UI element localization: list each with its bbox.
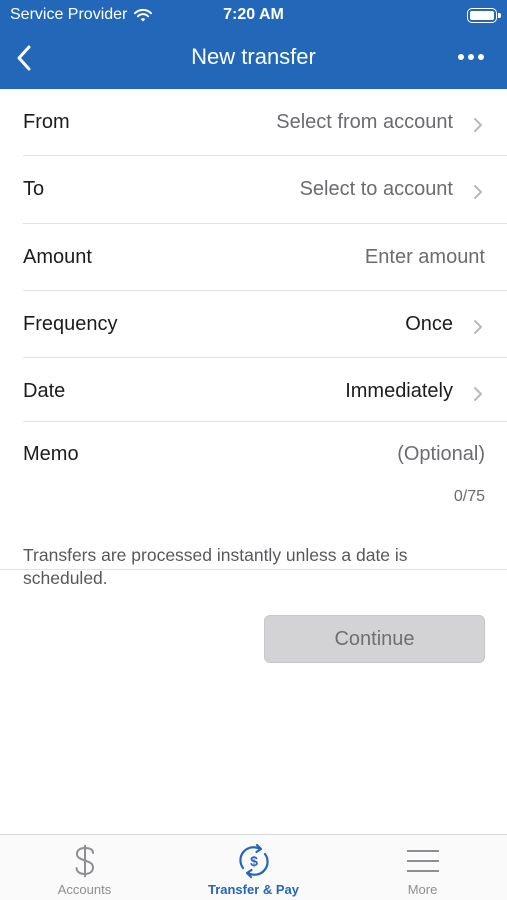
tab-bar: Accounts $ Transfer & Pay More — [0, 834, 507, 900]
date-value: Immediately — [345, 380, 453, 402]
tab-accounts[interactable]: Accounts — [0, 835, 169, 900]
memo-label: Memo — [23, 443, 79, 465]
menu-icon — [403, 841, 443, 881]
status-time: 7:20 AM — [223, 6, 284, 23]
more-options-button[interactable] — [453, 42, 489, 72]
chevron-right-icon — [474, 185, 482, 199]
tab-label: Transfer & Pay — [207, 882, 300, 897]
tab-more[interactable]: More — [338, 835, 507, 900]
frequency-value: Once — [405, 313, 453, 335]
tab-transfer-pay[interactable]: $ Transfer & Pay — [169, 835, 338, 900]
chevron-right-icon — [474, 118, 482, 132]
ellipsis-icon — [458, 54, 484, 60]
status-bar: Service Provider 7:20 AM — [0, 0, 507, 30]
chevron-right-icon — [474, 387, 482, 401]
to-label: To — [23, 178, 45, 200]
tab-label: More — [407, 882, 438, 897]
chevron-right-icon — [474, 320, 482, 334]
page-title: New transfer — [191, 44, 316, 69]
continue-button[interactable]: Continue — [264, 615, 485, 663]
transfer-info-note: Transfers are processed instantly unless… — [23, 545, 408, 588]
from-account-row[interactable]: From Select from account — [23, 89, 507, 156]
amount-label: Amount — [23, 246, 92, 268]
to-account-row[interactable]: To Select to account — [23, 156, 507, 224]
date-label: Date — [23, 380, 66, 402]
amount-row[interactable]: Amount Enter amount — [23, 224, 507, 291]
from-value: Select from account — [276, 111, 453, 133]
tab-label: Accounts — [57, 882, 112, 897]
from-label: From — [23, 111, 70, 133]
memo-input[interactable]: (Optional) — [397, 443, 485, 466]
date-row[interactable]: Date Immediately — [23, 358, 507, 422]
to-value: Select to account — [299, 178, 453, 200]
nav-bar: New transfer — [0, 30, 507, 89]
amount-input[interactable]: Enter amount — [365, 246, 485, 269]
app-header: Service Provider 7:20 AM New transfer — [0, 0, 507, 89]
frequency-row[interactable]: Frequency Once — [23, 291, 507, 358]
memo-character-count: 0/75 — [453, 488, 485, 505]
battery-icon — [467, 8, 501, 23]
transfer-pay-icon: $ — [234, 841, 274, 881]
transfer-form: From Select from account To Select to ac… — [0, 89, 507, 570]
frequency-label: Frequency — [23, 313, 118, 335]
svg-text:$: $ — [250, 853, 258, 869]
dollar-icon — [65, 841, 105, 881]
